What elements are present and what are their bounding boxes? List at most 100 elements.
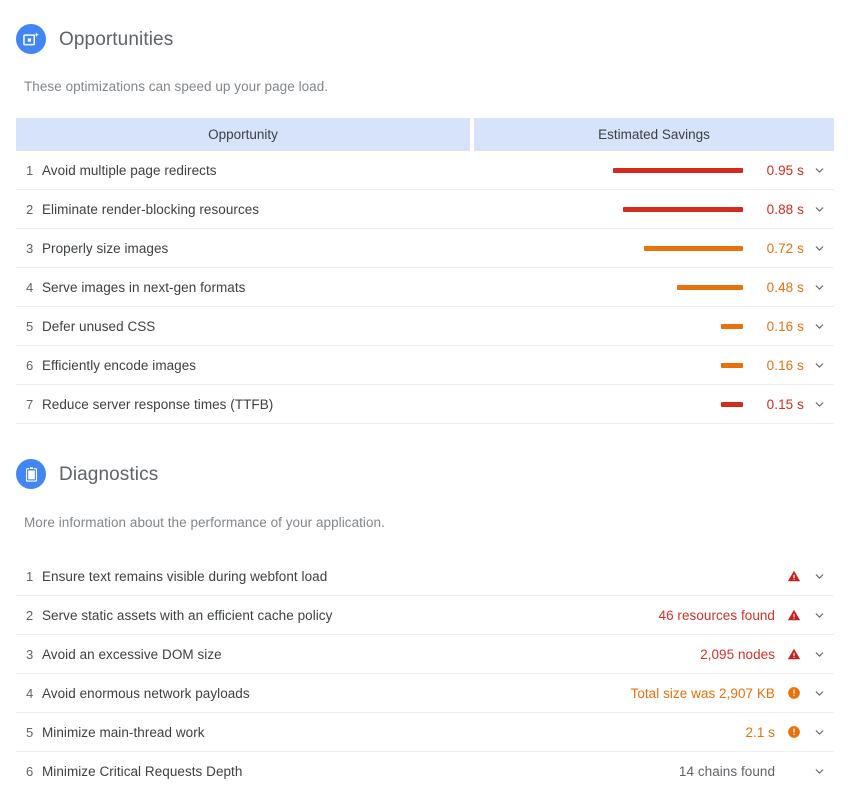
opportunity-savings-cell: 0.95 s — [610, 163, 834, 178]
chevron-down-icon[interactable] — [804, 281, 834, 294]
savings-bar — [623, 206, 743, 212]
opportunity-rank: 5 — [26, 318, 34, 334]
diagnostic-value-cell: 2.1 s — [745, 725, 834, 740]
diagnostic-value: 46 resources found — [658, 607, 775, 623]
opportunity-savings-cell: 0.72 s — [610, 241, 834, 256]
diagnostics-title: Diagnostics — [59, 463, 159, 485]
column-header-estimated-savings: Estimated Savings — [474, 118, 834, 151]
opportunity-title: Avoid multiple page redirects — [42, 162, 217, 178]
diagnostic-title: Avoid enormous network payloads — [42, 685, 250, 701]
savings-bar-track — [610, 206, 743, 212]
opportunity-title: Properly size images — [42, 240, 169, 256]
opportunity-row[interactable]: 6 Efficiently encode images 0.16 s — [16, 346, 834, 385]
opportunity-savings-cell: 0.48 s — [610, 280, 834, 295]
diagnostic-value: Total size was 2,907 KB — [630, 685, 775, 701]
diagnostic-title: Ensure text remains visible during webfo… — [42, 568, 328, 584]
chevron-down-icon[interactable] — [804, 726, 834, 739]
savings-bar-track — [610, 284, 743, 290]
diagnostic-title: Minimize main-thread work — [42, 724, 205, 740]
opportunity-row[interactable]: 2 Eliminate render-blocking resources 0.88… — [16, 190, 834, 229]
opportunity-row[interactable]: 5 Defer unused CSS 0.16 s — [16, 307, 834, 346]
diagnostic-row[interactable]: 5 Minimize main-thread work 2.1 s — [16, 713, 834, 752]
opportunity-image-icon — [16, 24, 46, 54]
diagnostic-rank: 3 — [26, 646, 34, 662]
diagnostic-row[interactable]: 6 Minimize Critical Requests Depth 14 chai… — [16, 752, 834, 790]
opportunity-title: Eliminate render-blocking resources — [42, 201, 260, 217]
chevron-down-icon[interactable] — [804, 164, 834, 177]
diagnostic-value: 2,095 nodes — [700, 646, 775, 662]
opportunity-title: Defer unused CSS — [42, 318, 156, 334]
chevron-down-icon[interactable] — [804, 242, 834, 255]
clipboard-icon — [16, 459, 46, 489]
diagnostics-row-list: 1 Ensure text remains visible during webf… — [16, 557, 834, 790]
savings-bar — [644, 245, 743, 251]
diagnostic-row[interactable]: 2 Serve static assets with an efficient c… — [16, 596, 834, 635]
diagnostic-title: Avoid an excessive DOM size — [42, 646, 222, 662]
opportunities-table-header: Opportunity Estimated Savings — [16, 118, 834, 151]
diagnostic-rank: 4 — [26, 685, 34, 701]
opportunity-title: Serve images in next-gen formats — [42, 279, 246, 295]
savings-bar-track — [610, 362, 743, 368]
savings-value: 0.48 s — [766, 279, 804, 295]
diagnostic-row[interactable]: 3 Avoid an excessive DOM size 2,095 nodes — [16, 635, 834, 674]
diagnostic-rank: 6 — [26, 763, 34, 779]
opportunity-savings-cell: 0.16 s — [610, 358, 834, 373]
savings-value: 0.15 s — [766, 396, 804, 412]
column-header-opportunity: Opportunity — [16, 118, 470, 151]
diagnostic-title: Minimize Critical Requests Depth — [42, 763, 243, 779]
savings-bar — [613, 167, 743, 173]
savings-bar — [677, 284, 743, 290]
diagnostic-value-cell: 2,095 nodes — [700, 647, 834, 662]
savings-value: 0.95 s — [766, 162, 804, 178]
info-circle-icon — [784, 725, 804, 739]
warning-triangle-icon — [784, 647, 804, 661]
opportunity-row[interactable]: 1 Avoid multiple page redirects 0.95 s — [16, 151, 834, 190]
savings-bar-track — [610, 323, 743, 329]
opportunity-row[interactable]: 3 Properly size images 0.72 s — [16, 229, 834, 268]
diagnostic-value-cell — [775, 569, 834, 583]
info-circle-icon — [784, 686, 804, 700]
diagnostic-value-cell: 14 chains found — [679, 764, 834, 779]
opportunity-row[interactable]: 4 Serve images in next-gen formats 0.48 s — [16, 268, 834, 307]
opportunity-rank: 7 — [26, 396, 34, 412]
opportunity-rank: 4 — [26, 279, 34, 295]
savings-value: 0.16 s — [766, 357, 804, 373]
chevron-down-icon[interactable] — [804, 765, 834, 778]
savings-value: 0.88 s — [766, 201, 804, 217]
opportunity-row[interactable]: 7 Reduce server response times (TTFB) 0.15… — [16, 385, 834, 424]
opportunity-savings-cell: 0.16 s — [610, 319, 834, 334]
diagnostic-value-cell: 46 resources found — [659, 608, 834, 623]
opportunities-title: Opportunities — [59, 28, 174, 50]
chevron-down-icon[interactable] — [804, 648, 834, 661]
savings-bar — [721, 362, 743, 368]
chevron-down-icon[interactable] — [804, 687, 834, 700]
opportunity-rank: 3 — [26, 240, 34, 256]
opportunity-title: Reduce server response times (TTFB) — [42, 396, 274, 412]
savings-value: 0.72 s — [766, 240, 804, 256]
chevron-down-icon[interactable] — [804, 203, 834, 216]
savings-bar — [721, 401, 743, 407]
diagnostic-value-cell: Total size was 2,907 KB — [631, 686, 834, 701]
chevron-down-icon[interactable] — [804, 570, 834, 583]
opportunity-savings-cell: 0.15 s — [610, 397, 834, 412]
savings-bar-track — [610, 401, 743, 407]
diagnostic-row[interactable]: 1 Ensure text remains visible during webf… — [16, 557, 834, 596]
chevron-down-icon[interactable] — [804, 359, 834, 372]
diagnostics-description: More information about the performance o… — [24, 515, 385, 530]
chevron-down-icon[interactable] — [804, 609, 834, 622]
diagnostic-rank: 5 — [26, 724, 34, 740]
diagnostics-table: 1 Ensure text remains visible during webf… — [16, 557, 834, 790]
diagnostic-row[interactable]: 4 Avoid enormous network payloads Total si… — [16, 674, 834, 713]
chevron-down-icon[interactable] — [804, 320, 834, 333]
opportunities-header: Opportunities — [0, 24, 858, 54]
opportunity-savings-cell: 0.88 s — [610, 202, 834, 217]
diagnostic-title: Serve static assets with an efficient ca… — [42, 607, 333, 623]
diagnostic-rank: 2 — [26, 607, 34, 623]
chevron-down-icon[interactable] — [804, 398, 834, 411]
diagnostic-value: 2.1 s — [745, 724, 775, 740]
opportunities-table: Opportunity Estimated Savings 1 Avoid mul… — [16, 118, 834, 424]
opportunities-row-list: 1 Avoid multiple page redirects 0.95 s 2 Eli… — [16, 151, 834, 424]
diagnostics-header: Diagnostics — [0, 459, 858, 489]
diagnostic-rank: 1 — [26, 568, 34, 584]
warning-triangle-icon — [784, 608, 804, 622]
